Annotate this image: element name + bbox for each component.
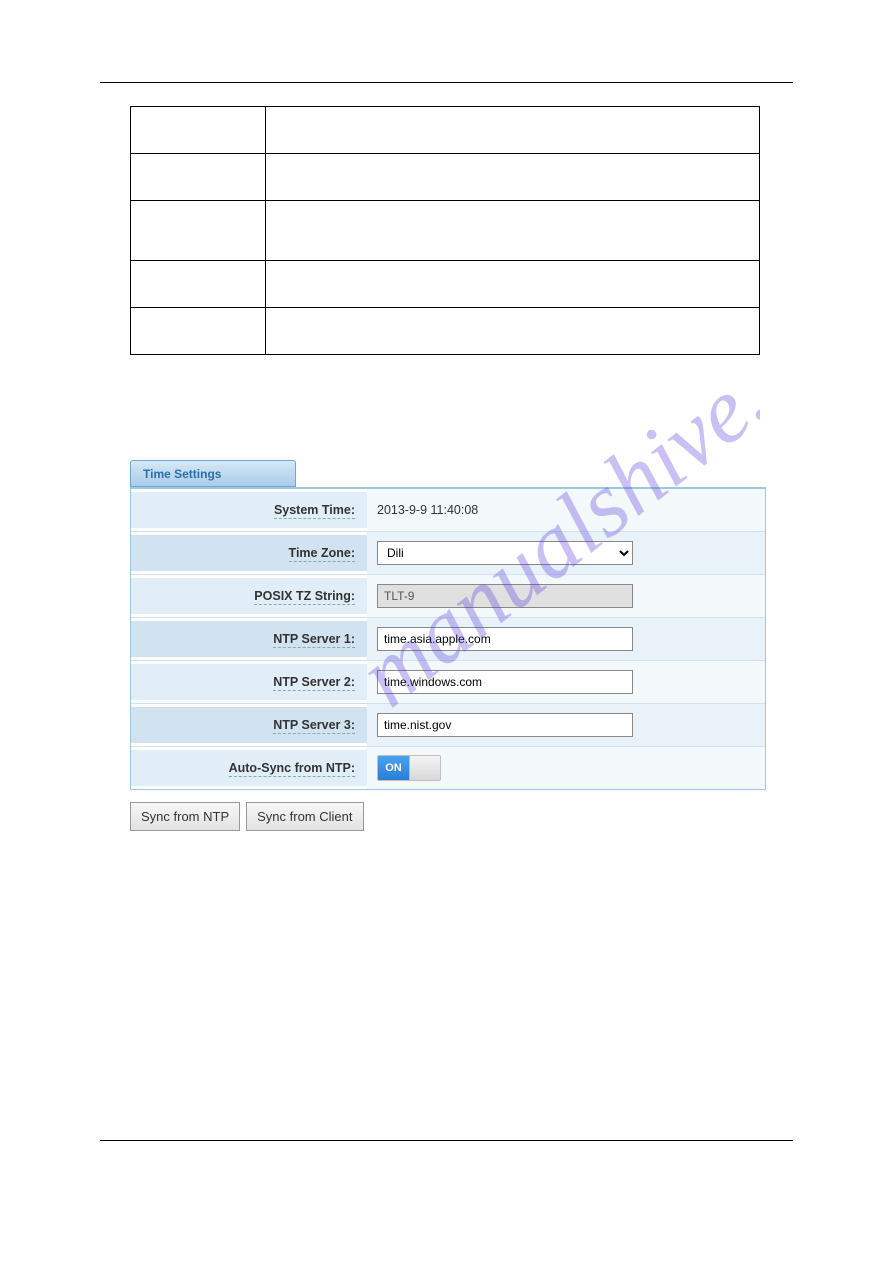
row-system-time: System Time: 2013-9-9 11:40:08 [131, 489, 765, 532]
value-autosync: ON [367, 747, 765, 789]
row-time-zone: Time Zone: Dili [131, 532, 765, 575]
row-ntp2: NTP Server 2: [131, 661, 765, 704]
ntp-server-2-input[interactable] [377, 670, 633, 694]
tab-time-settings[interactable]: Time Settings [130, 460, 296, 487]
table-row [131, 261, 760, 308]
toggle-on-label: ON [378, 756, 409, 780]
button-row: Sync from NTP Sync from Client [130, 802, 766, 831]
value-system-time: 2013-9-9 11:40:08 [367, 489, 765, 531]
posix-tz-input [377, 584, 633, 608]
value-ntp1 [367, 618, 765, 660]
sync-from-client-button[interactable]: Sync from Client [246, 802, 363, 831]
label-posix-tz: POSIX TZ String: [131, 578, 367, 614]
autosync-toggle[interactable]: ON [377, 755, 441, 781]
table-row [131, 308, 760, 355]
ntp-server-1-input[interactable] [377, 627, 633, 651]
value-ntp3 [367, 704, 765, 746]
time-zone-select[interactable]: Dili [377, 541, 633, 565]
table-row [131, 107, 760, 154]
page-rule-top [100, 82, 793, 83]
row-autosync: Auto-Sync from NTP: ON [131, 747, 765, 789]
label-ntp2: NTP Server 2: [131, 664, 367, 700]
blank-table [130, 106, 760, 355]
value-time-zone: Dili [367, 532, 765, 574]
time-settings-panel: Time Settings System Time: 2013-9-9 11:4… [130, 460, 766, 831]
label-ntp1: NTP Server 1: [131, 621, 367, 657]
toggle-knob [409, 756, 440, 780]
row-ntp3: NTP Server 3: [131, 704, 765, 747]
system-time-text: 2013-9-9 11:40:08 [377, 503, 478, 517]
label-time-zone: Time Zone: [131, 535, 367, 571]
row-ntp1: NTP Server 1: [131, 618, 765, 661]
ntp-server-3-input[interactable] [377, 713, 633, 737]
value-ntp2 [367, 661, 765, 703]
table-row [131, 201, 760, 261]
value-posix-tz [367, 575, 765, 617]
row-posix-tz: POSIX TZ String: [131, 575, 765, 618]
page-rule-bottom [100, 1140, 793, 1141]
sync-from-ntp-button[interactable]: Sync from NTP [130, 802, 240, 831]
label-autosync: Auto-Sync from NTP: [131, 750, 367, 786]
settings-form: System Time: 2013-9-9 11:40:08 Time Zone… [130, 487, 766, 790]
tab-label: Time Settings [143, 467, 221, 481]
table-row [131, 154, 760, 201]
label-ntp3: NTP Server 3: [131, 707, 367, 743]
label-system-time: System Time: [131, 492, 367, 528]
